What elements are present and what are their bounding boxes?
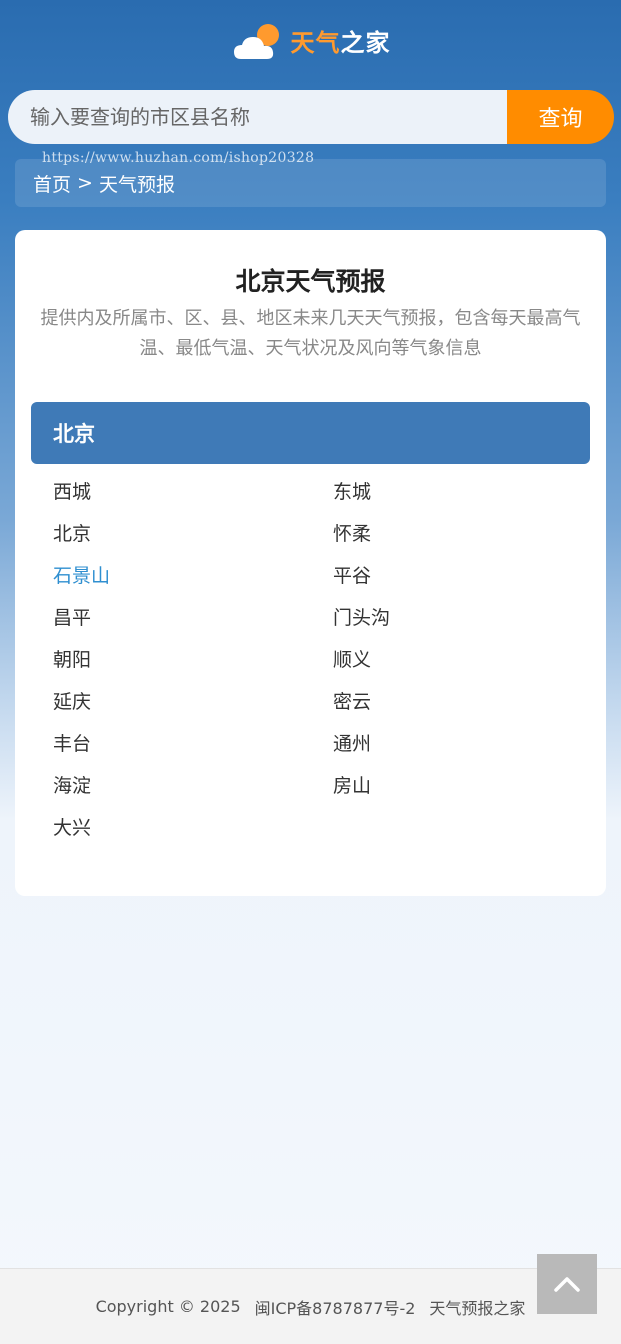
footer-site-link[interactable]: 天气预报之家 <box>429 1295 525 1319</box>
city-link-beijing[interactable]: 北京 <box>53 513 91 555</box>
search-bar: 查询 <box>8 90 614 144</box>
breadcrumb: 首页 > 天气预报 <box>15 159 606 207</box>
city-link-haidian[interactable]: 海淀 <box>53 765 91 807</box>
logo-text-part2: 之家 <box>340 29 391 57</box>
city-link-yanqing[interactable]: 延庆 <box>53 681 91 723</box>
city-link-fangshan[interactable]: 房山 <box>333 765 371 807</box>
header: 天气之家 <box>0 0 621 90</box>
footer-copyright: Copyright © 2025 <box>95 1297 241 1316</box>
city-link-mentougou[interactable]: 门头沟 <box>333 597 390 639</box>
search-button[interactable]: 查询 <box>507 90 614 144</box>
breadcrumb-current: 天气预报 <box>98 173 175 196</box>
sun-cloud-icon <box>233 24 279 59</box>
back-to-top-button[interactable] <box>537 1254 597 1314</box>
city-link-dongcheng[interactable]: 东城 <box>333 471 371 513</box>
site-logo[interactable]: 天气之家 <box>231 21 391 65</box>
city-link-shijingshan[interactable]: 石景山 <box>53 555 110 597</box>
breadcrumb-home-link[interactable]: 首页 <box>33 170 71 197</box>
city-link-tongzhou[interactable]: 通州 <box>333 723 371 765</box>
city-link-daxing[interactable]: 大兴 <box>53 807 91 849</box>
page-description: 提供内及所属市、区、县、地区未来几天天气预报，包含每天最高气温、最低气温、天气状… <box>40 308 581 359</box>
chevron-up-icon <box>554 1277 580 1292</box>
search-input[interactable] <box>8 90 507 144</box>
city-link-fengtai[interactable]: 丰台 <box>53 723 91 765</box>
logo-text: 天气之家 <box>291 31 391 55</box>
logo-text-part1: 天气 <box>290 29 341 57</box>
city-list: 西城 东城 北京 怀柔 石景山 平谷 昌平 门头沟 朝阳 顺义 延庆 密云 丰台… <box>53 471 593 849</box>
footer: Copyright © 2025 闽ICP备8787877号-2 天气预报之家 <box>0 1268 621 1344</box>
city-link-huairou[interactable]: 怀柔 <box>333 513 371 555</box>
city-link-miyun[interactable]: 密云 <box>333 681 371 723</box>
city-link-xicheng[interactable]: 西城 <box>53 471 91 513</box>
city-link-shunyi[interactable]: 顺义 <box>333 639 371 681</box>
city-link-chaoyang[interactable]: 朝阳 <box>53 639 91 681</box>
forecast-card: 北京天气预报 提供内及所属市、区、县、地区未来几天天气预报，包含每天最高气温、最… <box>15 230 606 896</box>
breadcrumb-separator: > <box>77 172 93 194</box>
city-link-changping[interactable]: 昌平 <box>53 597 91 639</box>
city-link-pinggu[interactable]: 平谷 <box>333 555 371 597</box>
region-header: 北京 <box>31 402 590 464</box>
footer-icp-link[interactable]: 闽ICP备8787877号-2 <box>255 1295 416 1319</box>
page-title: 北京天气预报 <box>235 267 386 296</box>
